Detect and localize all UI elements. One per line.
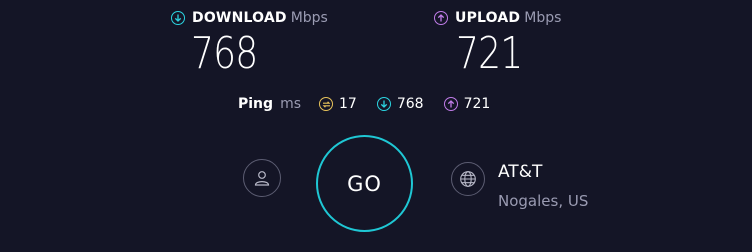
upload-value: 721 xyxy=(456,28,523,79)
ping-label: Ping xyxy=(238,96,274,112)
download-header: DOWNLOAD Mbps xyxy=(171,8,328,28)
download-arrow-icon xyxy=(376,97,391,111)
download-value: 768 xyxy=(191,28,258,79)
download-arrow-icon xyxy=(171,11,185,25)
user-button[interactable] xyxy=(243,159,281,197)
server-select-button[interactable] xyxy=(451,162,485,196)
ping-download: 768 xyxy=(376,96,424,112)
go-button[interactable]: GO xyxy=(316,135,413,232)
user-icon xyxy=(254,171,270,186)
ping-row: Ping ms 17 768 721 xyxy=(238,94,510,114)
ping-upload: 721 xyxy=(443,96,491,112)
ping-unit: ms xyxy=(280,96,301,112)
upload-arrow-icon xyxy=(434,11,448,25)
isp-location[interactable]: Nogales, US xyxy=(498,192,588,210)
ping-download-value: 768 xyxy=(396,96,424,112)
upload-arrow-icon xyxy=(443,97,458,111)
go-label: GO xyxy=(347,171,382,196)
upload-metric: UPLOAD Mbps 721 xyxy=(434,8,561,80)
ping-idle-value: 17 xyxy=(339,96,357,112)
download-unit: Mbps xyxy=(290,10,328,26)
ping-idle: 17 xyxy=(319,96,357,112)
upload-header: UPLOAD Mbps xyxy=(434,8,561,28)
globe-icon xyxy=(460,171,476,187)
ping-idle-icon xyxy=(319,97,333,111)
download-metric: DOWNLOAD Mbps 768 xyxy=(171,8,328,80)
isp-name[interactable]: AT&T xyxy=(498,162,542,182)
ping-upload-value: 721 xyxy=(463,96,491,112)
upload-unit: Mbps xyxy=(524,10,562,26)
download-label: DOWNLOAD xyxy=(192,10,287,26)
upload-label: UPLOAD xyxy=(455,10,521,26)
